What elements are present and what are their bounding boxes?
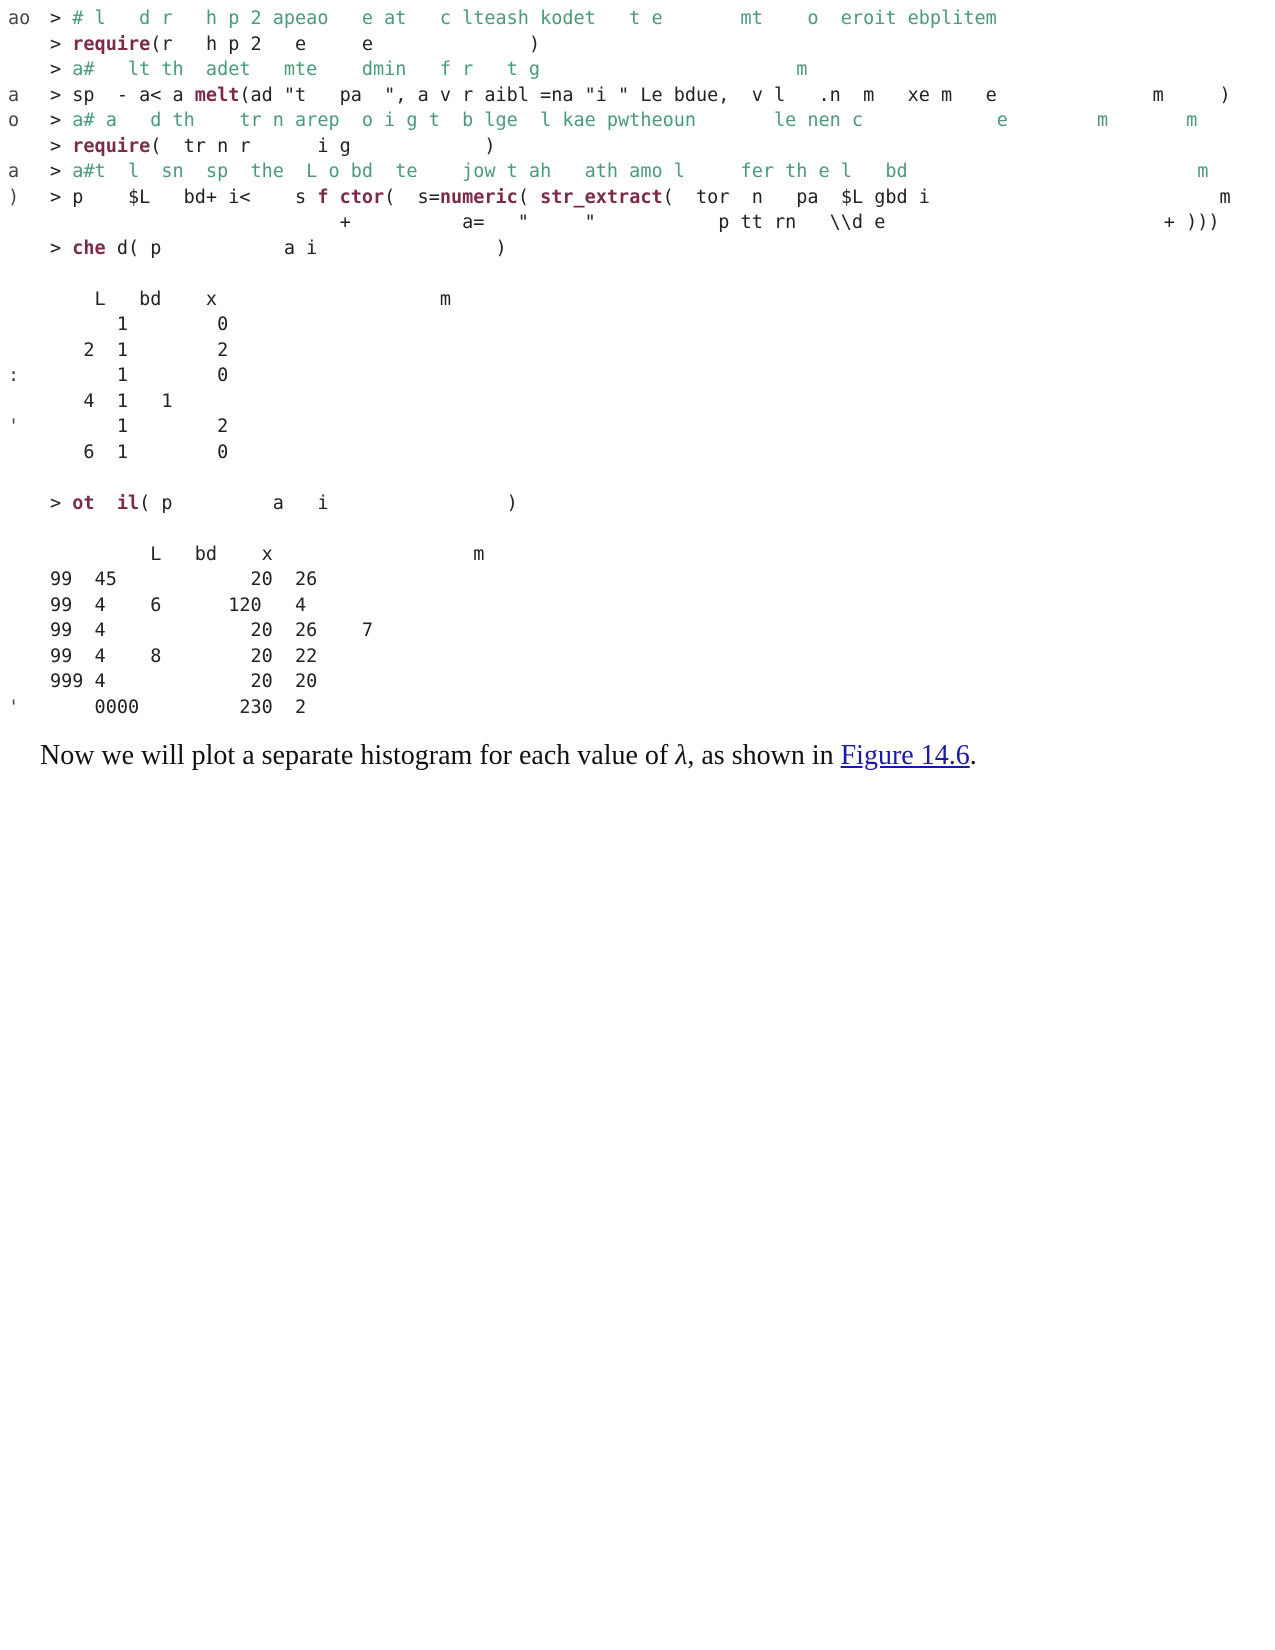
line-marker: a bbox=[8, 161, 20, 182]
code-line: 99 45 20 26 bbox=[0, 567, 1265, 593]
code-text: 2 1 2 bbox=[50, 339, 229, 361]
code-line: 99 4 6 120 4 bbox=[0, 593, 1265, 619]
code-line: a > sp - a< a melt(ad "t pa ", a v r aibl… bbox=[0, 83, 1265, 109]
code-text: 1 0 bbox=[50, 365, 229, 386]
code-line: o > a# a d th tr n arep o i g t b lge l k… bbox=[0, 108, 1265, 134]
code-text: 99 4 20 26 7 bbox=[50, 620, 374, 641]
code-line: : 1 0 bbox=[0, 363, 1265, 389]
code-text: L bd x m bbox=[50, 543, 485, 565]
code-text: > a#t l sn sp the L o bd te jow t ah ath… bbox=[50, 161, 1209, 182]
line-marker: ' bbox=[8, 416, 20, 437]
code-line: 999 4 20 20 bbox=[0, 669, 1265, 695]
code-text: + a= " " p tt rn \\d e + ))) bbox=[50, 212, 1220, 233]
code-line: ) > p $L bd+ i< s f ctor( s=numeric( str_… bbox=[0, 185, 1265, 211]
code-line: > a# lt th adet mte dmin f r t g m bbox=[0, 57, 1265, 83]
code-line: 2 1 2 bbox=[0, 338, 1265, 364]
code-text: 4 1 1 bbox=[50, 390, 173, 412]
code-line: > require( tr n r i g ) bbox=[0, 134, 1265, 160]
code-text: 1 0 bbox=[50, 314, 229, 335]
code-line: L bd x m bbox=[0, 287, 1265, 313]
code-text: 99 4 8 20 22 bbox=[50, 645, 318, 667]
code-line: a > a#t l sn sp the L o bd te jow t ah at… bbox=[0, 159, 1265, 185]
code-line: 4 1 1 bbox=[0, 389, 1265, 415]
code-block: ao > # l d r h p 2 apeao e at c lteash ko… bbox=[0, 6, 1265, 720]
code-text: 99 45 20 26 bbox=[50, 569, 318, 590]
figure-link[interactable]: Figure 14.6 bbox=[841, 740, 970, 771]
lambda-symbol: λ bbox=[675, 740, 688, 771]
line-marker: ) bbox=[8, 186, 20, 208]
code-text: 99 4 6 120 4 bbox=[50, 594, 307, 616]
code-text: > ot il( p a i ) bbox=[50, 492, 518, 514]
code-text: 999 4 20 20 bbox=[50, 671, 318, 692]
code-line: ao > # l d r h p 2 apeao e at c lteash ko… bbox=[0, 6, 1265, 32]
line-marker: a bbox=[8, 84, 20, 106]
code-text: > a# lt th adet mte dmin f r t g m bbox=[50, 59, 808, 80]
code-text: > require( tr n r i g ) bbox=[50, 135, 496, 157]
code-line: + a= " " p tt rn \\d e + ))) bbox=[0, 210, 1265, 236]
code-text: L bd x m bbox=[50, 288, 451, 310]
code-text: > che d( p a i ) bbox=[50, 237, 507, 259]
code-text: > sp - a< a melt(ad "t pa ", a v r aibl … bbox=[50, 84, 1231, 106]
line-marker: o bbox=[8, 110, 20, 131]
code-line: L bd x m bbox=[0, 542, 1265, 568]
code-line: 1 0 bbox=[0, 312, 1265, 338]
code-line: > che d( p a i ) bbox=[0, 236, 1265, 262]
code-text: 1 2 bbox=[50, 416, 229, 437]
code-text: > # l d r h p 2 apeao e at c lteash kode… bbox=[50, 8, 997, 29]
body-paragraph: Now we will plot a separate histogram fo… bbox=[40, 740, 977, 772]
paragraph-text-mid: , as shown in bbox=[687, 740, 841, 771]
line-marker: ao bbox=[8, 8, 31, 29]
code-line: 6 1 0 bbox=[0, 440, 1265, 466]
paragraph-text: Now we will plot a separate histogram fo… bbox=[40, 740, 676, 771]
code-text: 0000 230 2 bbox=[50, 696, 307, 718]
line-marker: ' bbox=[8, 696, 20, 718]
code-text: > a# a d th tr n arep o i g t b lge l ka… bbox=[50, 110, 1198, 131]
code-line: ' 0000 230 2 bbox=[0, 695, 1265, 721]
paragraph-end: . bbox=[969, 740, 977, 771]
code-text: 6 1 0 bbox=[50, 441, 229, 463]
code-text: > require(r h p 2 e e ) bbox=[50, 33, 541, 55]
code-line: > ot il( p a i ) bbox=[0, 491, 1265, 517]
code-line: > require(r h p 2 e e ) bbox=[0, 32, 1265, 58]
code-line: ' 1 2 bbox=[0, 414, 1265, 440]
code-line: 99 4 8 20 22 bbox=[0, 644, 1265, 670]
code-text: > p $L bd+ i< s f ctor( s=numeric( str_e… bbox=[50, 186, 1231, 208]
line-marker: : bbox=[8, 365, 20, 386]
code-line: 99 4 20 26 7 bbox=[0, 618, 1265, 644]
